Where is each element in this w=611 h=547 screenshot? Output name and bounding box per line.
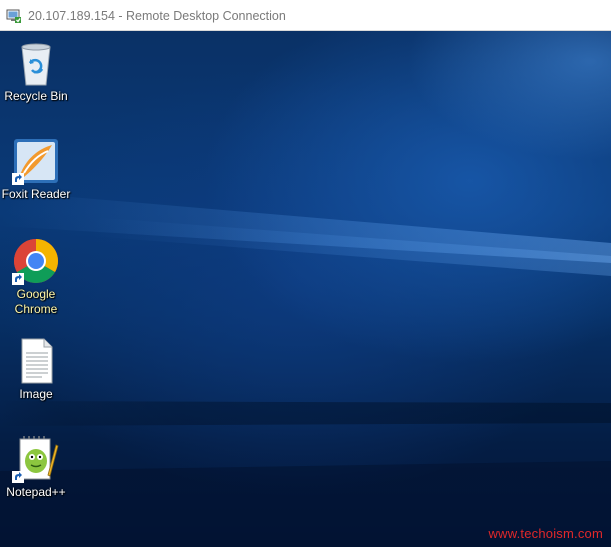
desktop-icon-label: Notepad++	[6, 485, 66, 499]
shortcut-arrow-icon	[12, 173, 24, 185]
desktop-icon-image[interactable]: Image	[0, 337, 72, 402]
remote-desktop-icon	[6, 9, 21, 23]
foxit-reader-icon	[12, 137, 60, 185]
window-titlebar[interactable]: 20.107.189.154 - Remote Desktop Connecti…	[0, 0, 611, 31]
desktop-icon-notepad-plus-plus[interactable]: Notepad++	[0, 435, 72, 500]
desktop-icon-label: Image	[19, 387, 53, 401]
watermark-text: www.techoism.com	[488, 526, 603, 541]
recycle-bin-icon	[12, 39, 60, 87]
text-document-icon	[12, 337, 60, 385]
chrome-icon	[12, 237, 60, 285]
shortcut-arrow-icon	[12, 471, 24, 483]
window-title: 20.107.189.154 - Remote Desktop Connecti…	[28, 9, 286, 23]
desktop-icon-label: Foxit Reader	[1, 187, 71, 201]
desktop-icon-recycle-bin[interactable]: Recycle Bin	[0, 39, 72, 104]
shortcut-arrow-icon	[12, 273, 24, 285]
desktop-icon-label: Recycle Bin	[4, 89, 68, 103]
desktop-icon-foxit-reader[interactable]: Foxit Reader	[0, 137, 72, 202]
desktop[interactable]: Recycle Bin Foxit Reader Google Chrome I…	[0, 31, 611, 547]
notepad-plus-plus-icon	[12, 435, 60, 483]
desktop-icon-google-chrome[interactable]: Google Chrome	[0, 237, 72, 317]
desktop-icon-label: Google Chrome	[14, 287, 58, 316]
wallpaper-light-streaks	[0, 191, 611, 547]
